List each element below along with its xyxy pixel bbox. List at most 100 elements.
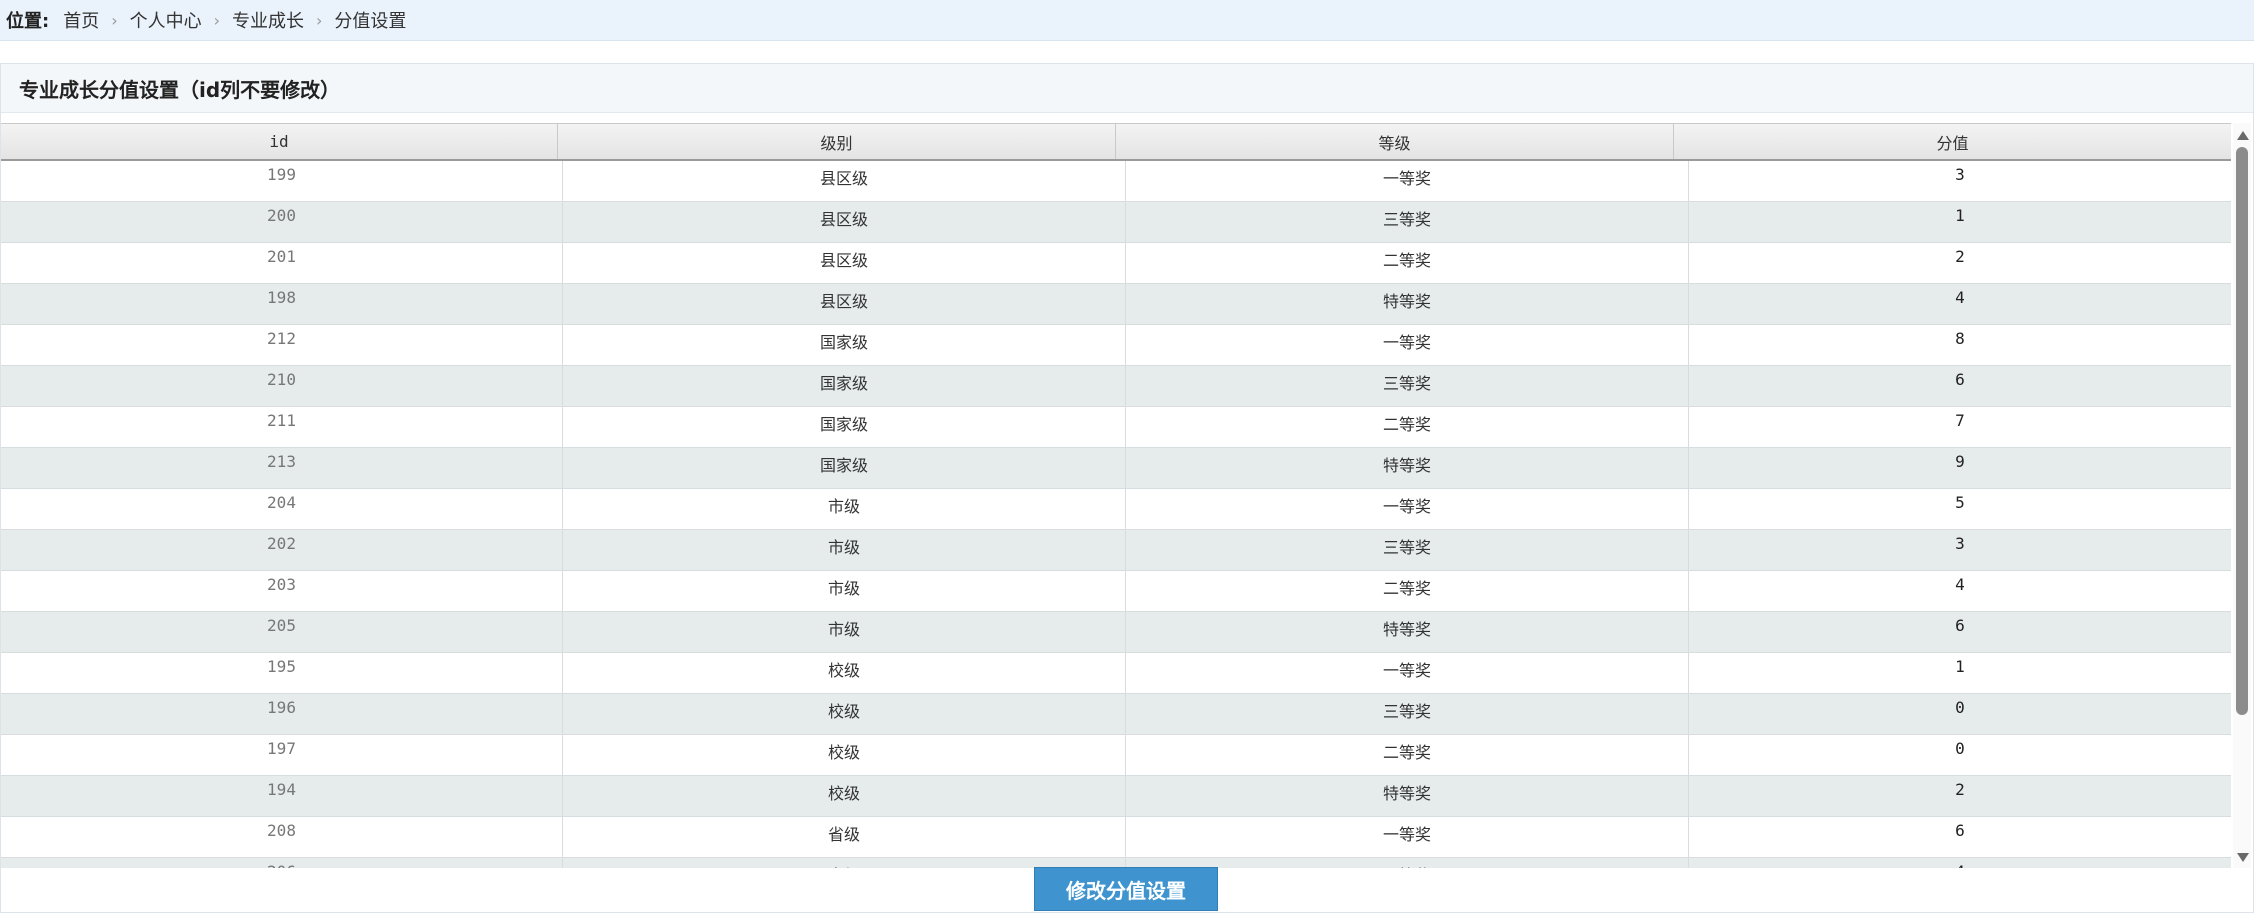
cell-score[interactable]: 3	[1689, 161, 2231, 201]
cell-level[interactable]: 市级	[563, 530, 1126, 570]
cell-grade[interactable]: 特等奖	[1126, 612, 1689, 652]
cell-id[interactable]: 201	[1, 243, 563, 283]
cell-grade[interactable]: 三等奖	[1126, 366, 1689, 406]
scroll-down-arrow-icon[interactable]	[2237, 853, 2249, 862]
breadcrumb-item-home[interactable]: 首页	[63, 7, 99, 33]
breadcrumb-item-personal-center[interactable]: 个人中心	[130, 7, 202, 33]
column-header-level[interactable]: 级别	[558, 124, 1116, 159]
table-row[interactable]: 199 县区级 一等奖 3	[1, 161, 2231, 202]
table-row[interactable]: 197 校级 二等奖 0	[1, 735, 2231, 776]
cell-level[interactable]: 国家级	[563, 366, 1126, 406]
cell-level[interactable]: 省级	[563, 817, 1126, 857]
cell-grade[interactable]: 一等奖	[1126, 161, 1689, 201]
table-row[interactable]: 198 县区级 特等奖 4	[1, 284, 2231, 325]
cell-level[interactable]: 国家级	[563, 407, 1126, 447]
cell-score[interactable]: 1	[1689, 653, 2231, 693]
scrollbar-thumb[interactable]	[2236, 147, 2248, 715]
cell-id[interactable]: 210	[1, 366, 563, 406]
cell-level[interactable]: 校级	[563, 694, 1126, 734]
cell-id[interactable]: 200	[1, 202, 563, 242]
cell-id[interactable]: 211	[1, 407, 563, 447]
cell-grade[interactable]: 三等奖	[1126, 202, 1689, 242]
column-header-score[interactable]: 分值	[1674, 124, 2231, 159]
table-row[interactable]: 212 国家级 一等奖 8	[1, 325, 2231, 366]
cell-level[interactable]: 国家级	[563, 448, 1126, 488]
cell-id[interactable]: 206	[1, 858, 563, 868]
cell-score[interactable]: 1	[1689, 202, 2231, 242]
cell-grade[interactable]: 特等奖	[1126, 776, 1689, 816]
cell-grade[interactable]: 一等奖	[1126, 817, 1689, 857]
cell-score[interactable]: 3	[1689, 530, 2231, 570]
cell-id[interactable]: 205	[1, 612, 563, 652]
table-row[interactable]: 208 省级 一等奖 6	[1, 817, 2231, 858]
cell-id[interactable]: 208	[1, 817, 563, 857]
cell-grade[interactable]: 一等奖	[1126, 653, 1689, 693]
table-row[interactable]: 200 县区级 三等奖 1	[1, 202, 2231, 243]
cell-id[interactable]: 194	[1, 776, 563, 816]
cell-level[interactable]: 市级	[563, 489, 1126, 529]
cell-grade[interactable]: 特等奖	[1126, 284, 1689, 324]
table-row[interactable]: 205 市级 特等奖 6	[1, 612, 2231, 653]
cell-grade[interactable]: 特等奖	[1126, 448, 1689, 488]
table-row[interactable]: 203 市级 二等奖 4	[1, 571, 2231, 612]
cell-score[interactable]: 0	[1689, 735, 2231, 775]
cell-score[interactable]: 7	[1689, 407, 2231, 447]
cell-grade[interactable]: 三等奖	[1126, 530, 1689, 570]
cell-score[interactable]: 8	[1689, 325, 2231, 365]
cell-level[interactable]: 校级	[563, 776, 1126, 816]
cell-id[interactable]: 203	[1, 571, 563, 611]
column-header-id[interactable]: id	[1, 124, 558, 159]
scroll-up-arrow-icon[interactable]	[2237, 131, 2249, 140]
column-header-grade[interactable]: 等级	[1116, 124, 1674, 159]
vertical-scrollbar[interactable]	[2233, 123, 2251, 868]
table-row[interactable]: 210 国家级 三等奖 6	[1, 366, 2231, 407]
breadcrumb-item-professional-growth[interactable]: 专业成长	[232, 7, 304, 33]
cell-level[interactable]: 县区级	[563, 284, 1126, 324]
cell-score[interactable]: 6	[1689, 366, 2231, 406]
cell-level[interactable]: 县区级	[563, 161, 1126, 201]
cell-id[interactable]: 196	[1, 694, 563, 734]
table-row[interactable]: 204 市级 一等奖 5	[1, 489, 2231, 530]
cell-level[interactable]: 县区级	[563, 202, 1126, 242]
table-row[interactable]: 211 国家级 二等奖 7	[1, 407, 2231, 448]
cell-level[interactable]: 县区级	[563, 243, 1126, 283]
cell-grade[interactable]: 二等奖	[1126, 571, 1689, 611]
cell-id[interactable]: 202	[1, 530, 563, 570]
cell-id[interactable]: 199	[1, 161, 563, 201]
cell-grade[interactable]: 三等奖	[1126, 694, 1689, 734]
cell-score[interactable]: 2	[1689, 776, 2231, 816]
cell-id[interactable]: 198	[1, 284, 563, 324]
breadcrumb-item-score-settings[interactable]: 分值设置	[334, 7, 406, 33]
cell-grade[interactable]: 二等奖	[1126, 735, 1689, 775]
cell-score[interactable]: 5	[1689, 489, 2231, 529]
cell-grade[interactable]: 二等奖	[1126, 243, 1689, 283]
cell-score[interactable]: 9	[1689, 448, 2231, 488]
table-row[interactable]: 195 校级 一等奖 1	[1, 653, 2231, 694]
table-row[interactable]: 194 校级 特等奖 2	[1, 776, 2231, 817]
cell-id[interactable]: 195	[1, 653, 563, 693]
table-row[interactable]: 213 国家级 特等奖 9	[1, 448, 2231, 489]
cell-grade[interactable]: 二等奖	[1126, 407, 1689, 447]
table-row[interactable]: 201 县区级 二等奖 2	[1, 243, 2231, 284]
cell-score[interactable]: 6	[1689, 817, 2231, 857]
cell-id[interactable]: 197	[1, 735, 563, 775]
cell-level[interactable]: 市级	[563, 571, 1126, 611]
modify-score-settings-button[interactable]: 修改分值设置	[1034, 867, 1218, 911]
cell-score[interactable]: 2	[1689, 243, 2231, 283]
cell-score[interactable]: 6	[1689, 612, 2231, 652]
table-row[interactable]: 202 市级 三等奖 3	[1, 530, 2231, 571]
cell-score[interactable]: 0	[1689, 694, 2231, 734]
cell-id[interactable]: 204	[1, 489, 563, 529]
cell-score[interactable]: 4	[1689, 858, 2231, 868]
cell-grade[interactable]: 一等奖	[1126, 325, 1689, 365]
cell-score[interactable]: 4	[1689, 571, 2231, 611]
cell-score[interactable]: 4	[1689, 284, 2231, 324]
cell-id[interactable]: 212	[1, 325, 563, 365]
cell-grade[interactable]: 一等奖	[1126, 489, 1689, 529]
cell-level[interactable]: 校级	[563, 735, 1126, 775]
cell-level[interactable]: 市级	[563, 612, 1126, 652]
cell-level[interactable]: 国家级	[563, 325, 1126, 365]
cell-id[interactable]: 213	[1, 448, 563, 488]
table-row[interactable]: 196 校级 三等奖 0	[1, 694, 2231, 735]
cell-level[interactable]: 校级	[563, 653, 1126, 693]
